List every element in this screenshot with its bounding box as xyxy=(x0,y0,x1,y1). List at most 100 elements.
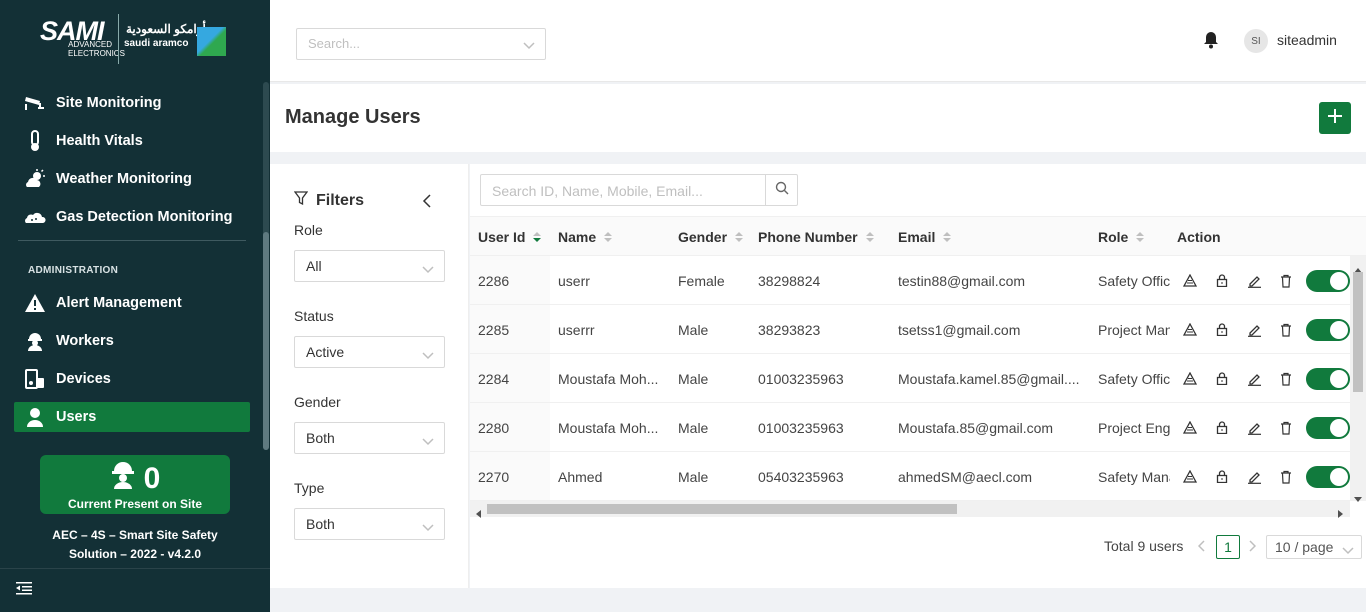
role-filter-select[interactable]: All xyxy=(294,250,445,282)
sidebar-item-label: Weather Monitoring xyxy=(56,171,192,187)
warning-icon[interactable] xyxy=(1174,323,1206,336)
sidebar-item-users[interactable]: Users xyxy=(14,402,250,432)
warning-icon[interactable] xyxy=(1174,421,1206,434)
scroll-down-arrow-icon[interactable] xyxy=(1354,490,1362,508)
cell-email: Moustafa.85@gmail.com xyxy=(898,419,1054,436)
column-header-role[interactable]: Role xyxy=(1098,217,1145,257)
edit-icon[interactable] xyxy=(1238,322,1270,337)
alert-icon xyxy=(14,293,56,313)
user-active-toggle[interactable] xyxy=(1306,465,1350,488)
trash-icon[interactable] xyxy=(1270,470,1302,484)
scroll-right-arrow-icon[interactable] xyxy=(1338,505,1344,523)
table-row: 2286 userr Female 38298824 testin88@gmail.co… xyxy=(470,256,1350,305)
collapse-filters-icon[interactable] xyxy=(422,194,432,213)
search-button[interactable] xyxy=(765,175,797,205)
gender-filter-select[interactable]: Both xyxy=(294,422,445,454)
type-filter-select[interactable]: Both xyxy=(294,508,445,540)
column-header-user-id[interactable]: User Id xyxy=(478,217,542,257)
trash-icon[interactable] xyxy=(1270,372,1302,386)
column-title: Email xyxy=(898,229,936,245)
avatar[interactable]: SI xyxy=(1244,29,1268,53)
filters-label: Filters xyxy=(316,191,365,209)
sidebar-item-label: Health Vitals xyxy=(56,133,143,149)
worker-helmet-icon xyxy=(110,461,136,497)
table-vertical-scroll-thumb[interactable] xyxy=(1353,272,1363,392)
chevron-down-icon xyxy=(422,347,434,363)
user-active-toggle[interactable] xyxy=(1306,416,1350,439)
warning-icon[interactable] xyxy=(1174,274,1206,287)
table-horizontal-scrollbar[interactable] xyxy=(470,501,1350,518)
user-active-toggle[interactable] xyxy=(1306,269,1350,292)
status-filter-select[interactable]: Active xyxy=(294,336,445,368)
lock-icon[interactable] xyxy=(1206,470,1238,483)
top-header: Search... SI siteadmin xyxy=(270,0,1366,82)
cell-email: tsetss1@gmail.com xyxy=(898,321,1021,338)
sidebar-item-workers[interactable]: Workers xyxy=(14,326,250,356)
table-horizontal-scroll-thumb[interactable] xyxy=(487,504,957,514)
menu-fold-icon[interactable] xyxy=(16,581,32,600)
sidebar-footer xyxy=(0,568,270,612)
column-header-name[interactable]: Name xyxy=(558,217,613,257)
cell-name: Moustafa Moh... xyxy=(558,419,659,436)
table-vertical-scrollbar[interactable] xyxy=(1350,256,1366,502)
warning-icon[interactable] xyxy=(1174,372,1206,385)
sort-icon xyxy=(1136,232,1145,242)
sidebar-item-label: Gas Detection Monitoring xyxy=(56,209,233,225)
user-active-toggle[interactable] xyxy=(1306,367,1350,390)
version-info: AEC – 4S – Smart Site Safety Solution – … xyxy=(30,526,240,564)
column-title: Action xyxy=(1177,229,1221,245)
logo-sub: ADVANCED ELECTRONICS xyxy=(68,40,125,58)
sort-icon xyxy=(943,232,952,242)
sidebar-item-devices[interactable]: Devices xyxy=(14,364,250,394)
column-header-phone[interactable]: Phone Number xyxy=(758,217,874,257)
search-icon xyxy=(775,181,789,200)
cell-phone: 05403235963 xyxy=(758,468,844,485)
cell-phone: 01003235963 xyxy=(758,370,844,387)
sidebar-item-alert-management[interactable]: Alert Management xyxy=(14,288,250,318)
warning-icon[interactable] xyxy=(1174,470,1206,483)
version-line: AEC – 4S – Smart Site Safety xyxy=(52,528,218,542)
column-header-email[interactable]: Email xyxy=(898,217,952,257)
edit-icon[interactable] xyxy=(1238,420,1270,435)
trash-icon[interactable] xyxy=(1270,323,1302,337)
sidebar-section-title: ADMINISTRATION xyxy=(28,265,119,276)
scroll-left-arrow-icon[interactable] xyxy=(475,505,481,523)
lock-icon[interactable] xyxy=(1206,274,1238,287)
page-size-select[interactable]: 10 / page xyxy=(1266,535,1362,559)
sidebar-scrollbar[interactable] xyxy=(263,82,269,450)
sidebar-item-gas-detection[interactable]: Gas Detection Monitoring xyxy=(14,202,250,232)
username[interactable]: siteadmin xyxy=(1277,32,1337,48)
global-search-select[interactable]: Search... xyxy=(296,28,546,60)
cell-user-id: 2270 xyxy=(478,468,510,485)
lock-icon[interactable] xyxy=(1206,323,1238,336)
page-titlebar: Manage Users xyxy=(270,84,1366,152)
table-row: 2280 Moustafa Moh... Male 01003235963 Mousta… xyxy=(470,403,1350,452)
lock-icon[interactable] xyxy=(1206,372,1238,385)
trash-icon[interactable] xyxy=(1270,274,1302,288)
pagination-prev-icon[interactable] xyxy=(1197,539,1206,555)
sidebar-item-health-vitals[interactable]: Health Vitals xyxy=(14,126,250,156)
sidebar-item-weather-monitoring[interactable]: Weather Monitoring xyxy=(14,164,250,194)
table-search[interactable]: Search ID, Name, Mobile, Email... xyxy=(480,174,798,206)
cell-role: Project Manager xyxy=(1098,321,1170,338)
column-header-gender[interactable]: Gender xyxy=(678,217,744,257)
pagination-total: Total 9 users xyxy=(1104,538,1184,554)
edit-icon[interactable] xyxy=(1238,273,1270,288)
trash-icon[interactable] xyxy=(1270,421,1302,435)
bell-icon[interactable] xyxy=(1203,31,1219,54)
sidebar-item-label: Alert Management xyxy=(56,295,182,311)
role-filter-value: All xyxy=(306,258,322,274)
table-row: 2284 Moustafa Moh... Male 01003235963 Mousta… xyxy=(470,354,1350,403)
edit-icon[interactable] xyxy=(1238,469,1270,484)
gender-filter-label: Gender xyxy=(294,394,341,410)
pagination-page-current[interactable]: 1 xyxy=(1216,535,1240,559)
add-user-button[interactable] xyxy=(1319,102,1351,134)
sidebar-scroll-thumb[interactable] xyxy=(263,232,269,450)
user-active-toggle[interactable] xyxy=(1306,318,1350,341)
cell-user-id: 2286 xyxy=(478,272,510,289)
sidebar-item-site-monitoring[interactable]: Site Monitoring xyxy=(14,88,250,118)
edit-icon[interactable] xyxy=(1238,371,1270,386)
pagination-next-icon[interactable] xyxy=(1248,539,1257,555)
lock-icon[interactable] xyxy=(1206,421,1238,434)
chevron-down-icon xyxy=(422,519,434,535)
